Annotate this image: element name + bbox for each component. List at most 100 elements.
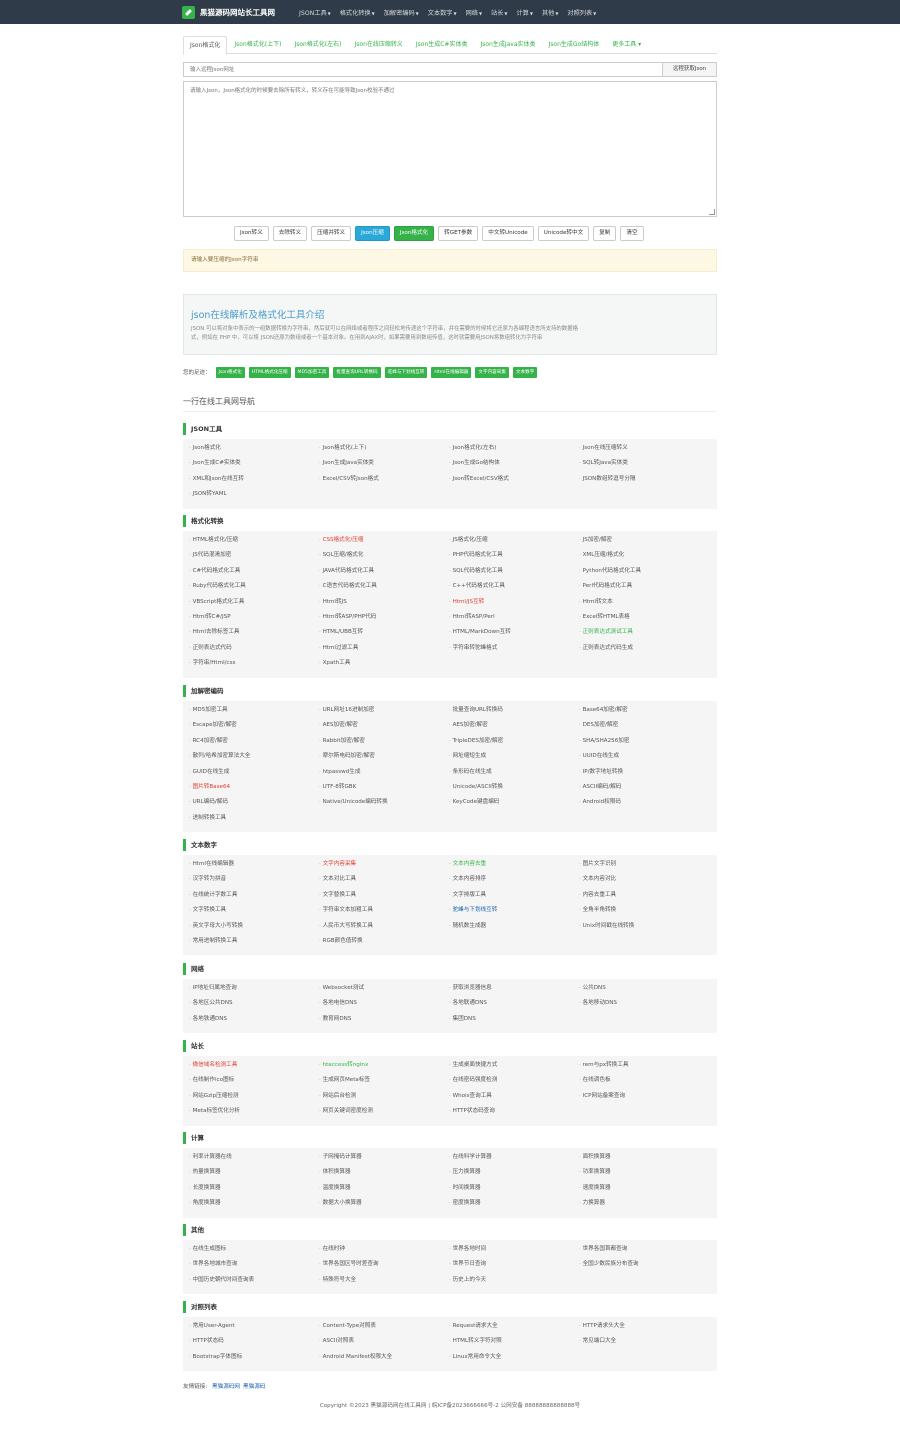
tool-link[interactable]: 数据大小换算器 (319, 1198, 362, 1206)
tool-link[interactable]: RGB颜色值转换 (319, 936, 363, 944)
tool-link[interactable]: 文本对比工具 (319, 874, 357, 882)
history-tag[interactable]: MD5加密工具 (294, 366, 330, 378)
tool-link[interactable]: Html转JS (319, 597, 347, 605)
tool-link[interactable]: XML压缩/格式化 (579, 550, 625, 558)
tool-link[interactable]: HTTP状态码查询 (449, 1106, 495, 1114)
action-button[interactable]: Json转义 (234, 226, 269, 241)
tool-link[interactable]: 全角半角转换 (579, 905, 617, 913)
tool-link[interactable]: 利率计算器在线 (189, 1152, 232, 1160)
tool-link[interactable]: Linux常用命令大全 (449, 1352, 502, 1360)
nav-menu-item[interactable]: 计算▼ (516, 8, 532, 17)
tool-link[interactable]: 在线统计字数工具 (189, 890, 238, 898)
tool-link[interactable]: 文本内容去重 (449, 859, 487, 867)
tool-link[interactable]: HTML转义字符对照 (449, 1336, 502, 1344)
tool-link[interactable]: 世界各国首都查询 (579, 1244, 628, 1252)
tool-link[interactable]: IP地址归属地查询 (189, 983, 237, 991)
tool-link[interactable]: 常见端口大全 (579, 1336, 617, 1344)
action-button[interactable]: 转GET参数 (438, 226, 479, 241)
history-tag[interactable]: 驼峰与下划线互转 (384, 366, 428, 378)
tool-link[interactable]: 微信域名检测工具 (189, 1060, 238, 1068)
tool-link[interactable]: 各地移动DNS (579, 998, 617, 1006)
tool-link[interactable]: 压力换算器 (449, 1167, 481, 1175)
tool-link[interactable]: 各地联通DNS (449, 998, 487, 1006)
tool-link[interactable]: ICP网站备案查询 (579, 1091, 626, 1099)
tool-link[interactable]: Content-Type对照表 (319, 1321, 376, 1329)
tool-link[interactable]: Python代码格式化工具 (579, 566, 642, 574)
tool-link[interactable]: MD5加密工具 (189, 705, 228, 713)
tool-link[interactable]: 角度换算器 (189, 1198, 221, 1206)
history-tag[interactable]: Html在线编辑器 (431, 366, 472, 378)
tool-link[interactable]: Android Manifest权限大全 (319, 1352, 393, 1360)
tool-link[interactable]: 图片转Base64 (189, 782, 231, 790)
tool-link[interactable]: 摩尔斯电码加密/解密 (319, 751, 375, 759)
tool-link[interactable]: Json生成Go结构体 (449, 458, 500, 466)
tool-link[interactable]: UTF-8转GBK (319, 782, 357, 790)
tool-link[interactable]: C#代码格式化工具 (189, 566, 241, 574)
tool-link[interactable]: URL编码/解码 (189, 797, 228, 805)
nav-menu-item[interactable]: 网络▼ (466, 8, 482, 17)
friend-link[interactable]: 黑猫源码 (243, 1384, 265, 1390)
action-button[interactable]: 复制 (593, 226, 617, 241)
tool-link[interactable]: 在线时钟 (319, 1244, 345, 1252)
tool-link[interactable]: 世界各国区号时差查询 (319, 1259, 379, 1267)
tool-link[interactable]: htaccess转nginx (319, 1060, 369, 1068)
tool-link[interactable]: ASCII对照表 (319, 1336, 354, 1344)
history-tag[interactable]: Json格式化 (215, 366, 245, 378)
tool-link[interactable]: 汉字转为拼音 (189, 874, 227, 882)
tool-link[interactable]: 文字替换工具 (319, 890, 357, 898)
tool-link[interactable]: Html/JS互转 (449, 597, 485, 605)
tool-link[interactable]: 生成桌面快捷方式 (449, 1060, 498, 1068)
tool-link[interactable]: Excel转HTML表格 (579, 612, 630, 620)
tool-link[interactable]: 获取浏览器信息 (449, 983, 492, 991)
tab-item[interactable]: Json格式化(上下) (228, 36, 287, 54)
tool-link[interactable]: KeyCode键盘编码 (449, 797, 500, 805)
tool-link[interactable]: HTML/MarkDown互转 (449, 627, 511, 635)
tool-link[interactable]: 散列/哈希加密算法大全 (189, 751, 251, 759)
tool-link[interactable]: 批量查询URL转换码 (449, 705, 503, 713)
tool-link[interactable]: 文字排版工具 (449, 890, 487, 898)
tool-link[interactable]: 在线科学计算器 (449, 1152, 492, 1160)
tool-link[interactable]: 网址缩短生成 (449, 751, 487, 759)
friend-link[interactable]: 黑猫源码网 (212, 1384, 240, 1390)
tool-link[interactable]: Json转Excel/CSV格式 (449, 474, 509, 482)
tool-link[interactable]: Rabbit加密/解密 (319, 736, 365, 744)
tool-link[interactable]: 常用进制转换工具 (189, 936, 238, 944)
tool-link[interactable]: Unix时间戳在线转换 (579, 921, 635, 929)
tool-link[interactable]: rem与px转换工具 (579, 1060, 629, 1068)
tool-link[interactable]: SHA/SHA256加密 (579, 736, 630, 744)
tool-link[interactable]: 各地电信DNS (319, 998, 357, 1006)
tool-link[interactable]: 长度换算器 (189, 1183, 221, 1191)
tool-link[interactable]: 时间换算器 (449, 1183, 481, 1191)
tool-link[interactable]: PHP代码格式化工具 (449, 550, 503, 558)
tool-link[interactable]: 全国少数民族分布查询 (579, 1259, 639, 1267)
tool-link[interactable]: C语言代码格式化工具 (319, 581, 377, 589)
tool-link[interactable]: 在线生成图标 (189, 1244, 227, 1252)
tool-link[interactable]: 字符串文本加粗工具 (319, 905, 373, 913)
tool-link[interactable]: GUID在线生成 (189, 767, 230, 775)
tool-link[interactable]: 热量换算器 (189, 1167, 221, 1175)
tool-link[interactable]: Html转ASP/PHP代码 (319, 612, 377, 620)
tool-link[interactable]: 子网掩码计算器 (319, 1152, 362, 1160)
tool-link[interactable]: 驼峰与下划线互转 (449, 905, 498, 913)
tool-link[interactable]: 世界各地时间 (449, 1244, 487, 1252)
nav-menu-item[interactable]: 对照列表▼ (567, 8, 596, 17)
tool-link[interactable]: XML和Json在线互转 (189, 474, 244, 482)
tool-link[interactable]: 正则表达式代码 (189, 643, 232, 651)
tool-link[interactable]: 面积换算器 (579, 1152, 611, 1160)
tool-link[interactable]: 常用User-Agent (189, 1321, 235, 1329)
tab-item[interactable]: Json生成C#实体类 (410, 36, 474, 54)
tool-link[interactable]: Json生成Java实体类 (319, 458, 374, 466)
tool-link[interactable]: CSS格式化/压缩 (319, 535, 364, 543)
tool-link[interactable]: Whois查询工具 (449, 1091, 492, 1099)
tool-link[interactable]: UUID在线生成 (579, 751, 620, 759)
tab-item[interactable]: Json格式化(左右) (288, 36, 347, 54)
tool-link[interactable]: htpasswd生成 (319, 767, 361, 775)
tool-link[interactable]: 温度换算器 (319, 1183, 351, 1191)
tool-link[interactable]: 网页关键词密度检测 (319, 1106, 373, 1114)
tab-item[interactable]: Json在线压缩转义 (349, 36, 409, 54)
json-input-textarea[interactable] (183, 81, 717, 217)
action-button[interactable]: Json格式化 (393, 226, 435, 241)
action-button[interactable]: 压缩并转义 (311, 226, 352, 241)
brand[interactable]: 黑猫源码网站长工具网 (182, 4, 275, 20)
tool-link[interactable]: 字符串/Html/css (189, 658, 236, 666)
